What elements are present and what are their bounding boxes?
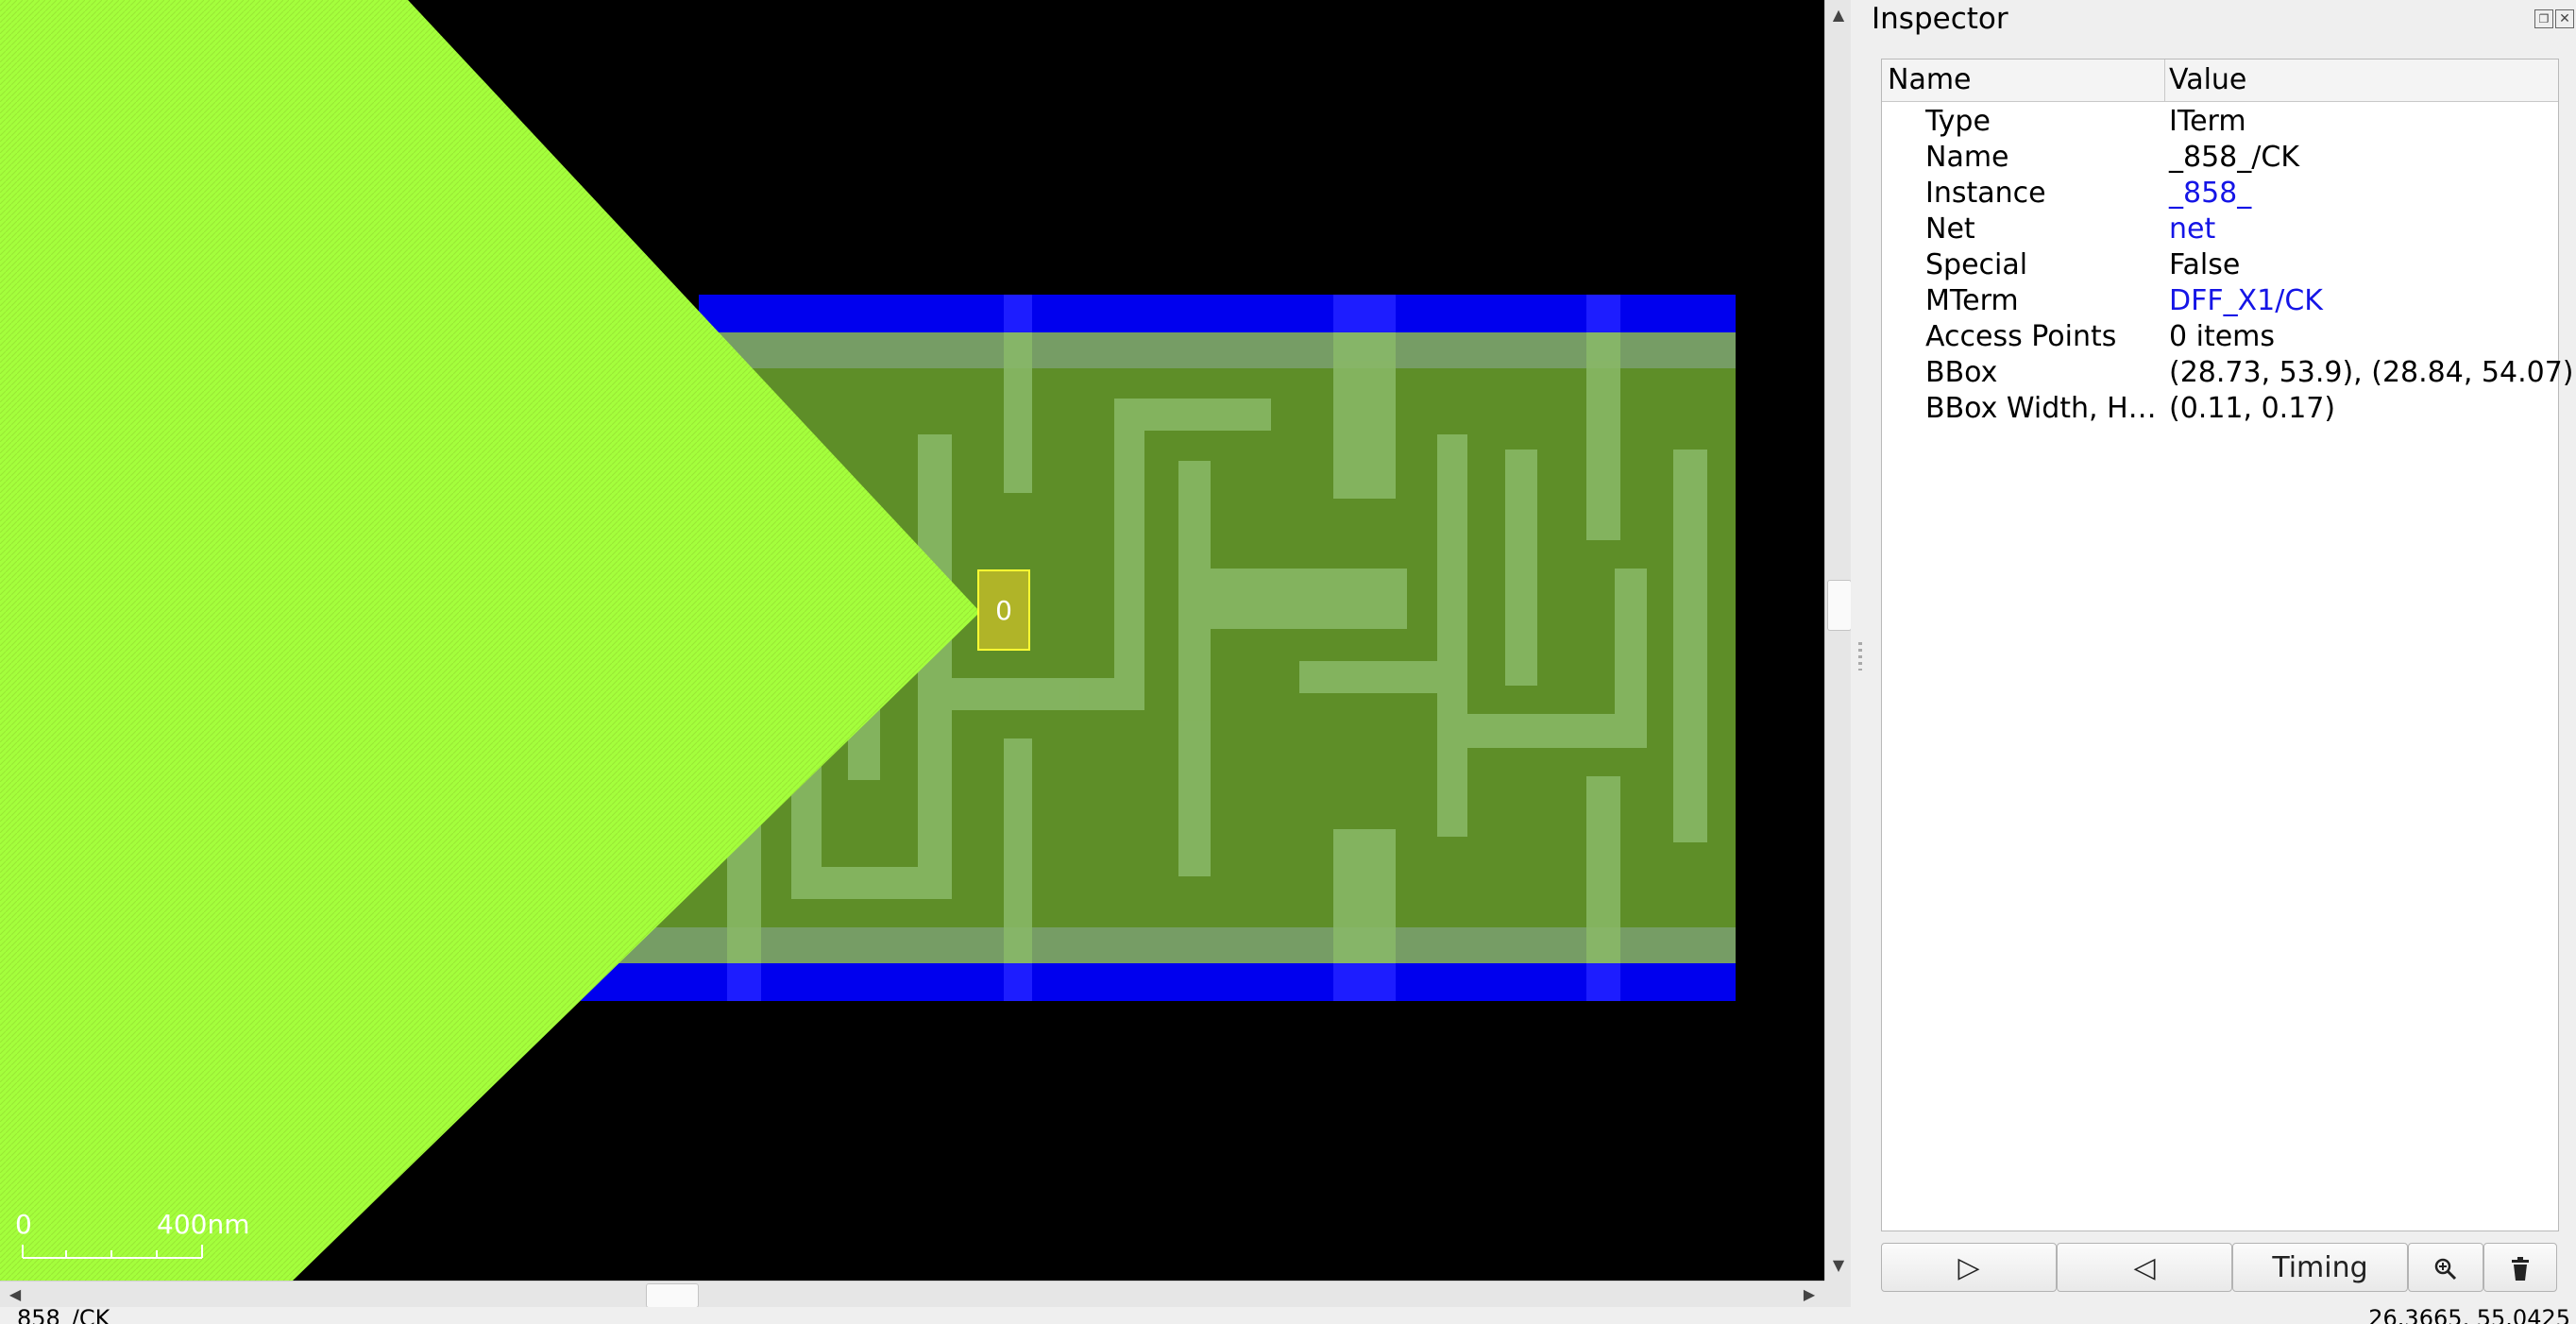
scale-end-label: 400nm [157,1209,249,1240]
status-bar: _858_/CK 26.3665, 55.0425 [0,1307,2576,1324]
property-name: BBox [1925,356,1998,389]
scale-start-label: 0 [15,1209,32,1240]
property-value-link[interactable]: _858_ [2169,177,2251,210]
property-name: Special [1925,248,2028,281]
horizontal-scroll-thumb[interactable] [646,1283,699,1308]
close-icon[interactable]: ✕ [2555,9,2574,28]
scrollbar-corner [1824,1281,1851,1307]
property-value: (0.11, 0.17) [2169,392,2336,425]
layout-viewer[interactable]: 0 0 400nm [0,0,1824,1281]
zoom-icon [2434,1258,2457,1280]
column-header-value[interactable]: Value [2169,63,2246,96]
property-value-link[interactable]: DFF_X1/CK [2169,284,2323,317]
property-value: _858_/CK [2169,141,2299,174]
property-value: False [2169,248,2241,281]
highlight-fan [0,0,980,1281]
property-value: (28.73, 53.9), (28.84, 54.07) [2169,356,2574,389]
trash-icon [2512,1256,2529,1281]
scroll-left-icon[interactable]: ◀ [4,1283,26,1306]
inspector-panel: Inspector ❐ ✕ Name Value Type ITerm Name _8… [1872,0,2576,1307]
property-name: Access Points [1925,320,2117,353]
vertical-scrollbar[interactable]: ▲ ▼ [1824,0,1852,1281]
property-name: Type [1925,105,1991,138]
property-value: ITerm [2169,105,2246,138]
table-row[interactable]: MTerm DFF_X1/CK [1882,284,2558,320]
cell-top-band [581,332,1736,368]
property-table[interactable]: Name Value Type ITerm Name _858_/CK Instance… [1881,59,2573,1231]
play-left-icon: ◁ [2133,1251,2156,1284]
table-row[interactable]: Instance _858_ [1882,177,2558,212]
status-selection-text: _858_/CK [6,1307,110,1324]
table-row[interactable]: Type ITerm [1882,105,2558,141]
top-power-rail [699,295,1736,332]
column-divider[interactable] [2164,59,2165,101]
scroll-down-icon[interactable]: ▼ [1827,1254,1850,1277]
float-panel-icon[interactable]: ❐ [2534,9,2553,28]
status-coordinates: 26.3665, 55.0425 [2368,1307,2570,1324]
property-value-link[interactable]: net [2169,212,2215,246]
next-button[interactable]: ▷ [1881,1243,2057,1292]
horizontal-scrollbar[interactable]: ◀ ▶ [0,1281,1824,1308]
table-row[interactable]: Access Points 0 items [1882,320,2558,356]
table-row[interactable]: Special False [1882,248,2558,284]
play-right-icon: ▷ [1957,1251,1980,1284]
vertical-scroll-thumb[interactable] [1827,580,1852,631]
timing-button[interactable]: Timing [2232,1243,2408,1292]
property-name: Net [1925,212,1975,246]
pin-label: 0 [995,595,1012,626]
delete-button[interactable] [2483,1243,2557,1292]
property-name: BBox Width, H… [1925,392,2157,425]
layout-canvas[interactable]: 0 0 400nm [0,0,1824,1281]
table-row[interactable]: BBox Width, H… (0.11, 0.17) [1882,392,2558,428]
scroll-right-icon[interactable]: ▶ [1798,1283,1821,1306]
property-name: MTerm [1925,284,2019,317]
column-header-name[interactable]: Name [1888,63,1972,96]
scroll-up-icon[interactable]: ▲ [1827,4,1850,26]
table-row[interactable]: Net net [1882,212,2558,248]
table-row[interactable]: Name _858_/CK [1882,141,2558,177]
inspector-title: Inspector [1872,2,2008,36]
property-name: Instance [1925,177,2046,210]
property-name: Name [1925,141,2009,174]
zoom-button[interactable] [2408,1243,2483,1292]
dock-splitter[interactable] [1851,0,1872,1307]
table-row[interactable]: BBox (28.73, 53.9), (28.84, 54.07) [1882,356,2573,392]
property-value: 0 items [2169,320,2276,353]
table-header: Name Value [1882,59,2558,102]
previous-button[interactable]: ◁ [2057,1243,2232,1292]
splitter-handle[interactable] [1858,642,1862,670]
